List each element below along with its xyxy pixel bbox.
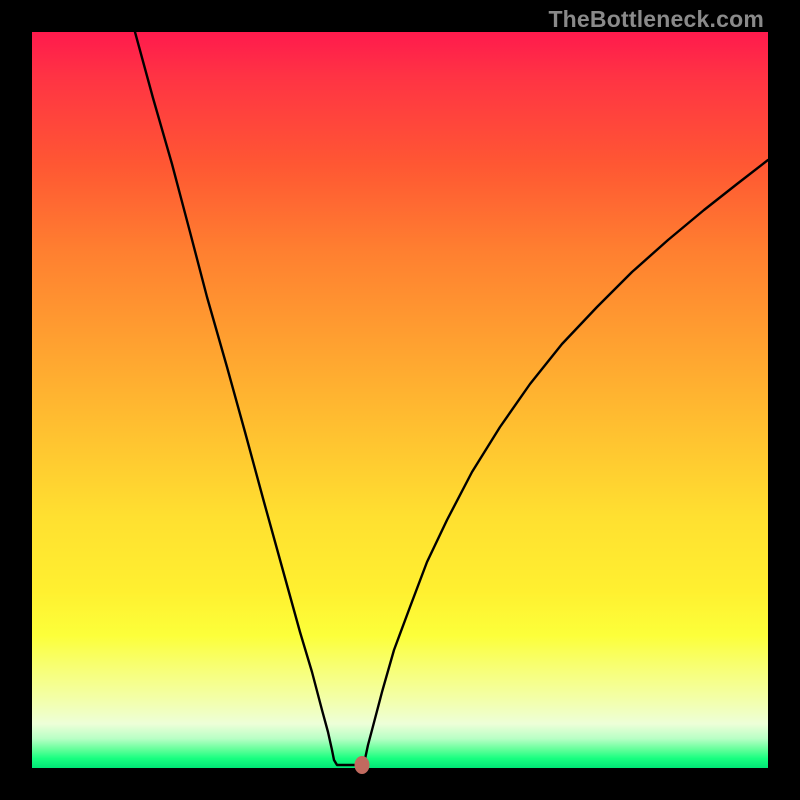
chart-plot-area — [32, 32, 768, 768]
watermark-text: TheBottleneck.com — [548, 6, 764, 33]
minimum-marker — [355, 756, 370, 774]
chart-frame: TheBottleneck.com — [0, 0, 800, 800]
bottleneck-curve — [32, 32, 768, 768]
